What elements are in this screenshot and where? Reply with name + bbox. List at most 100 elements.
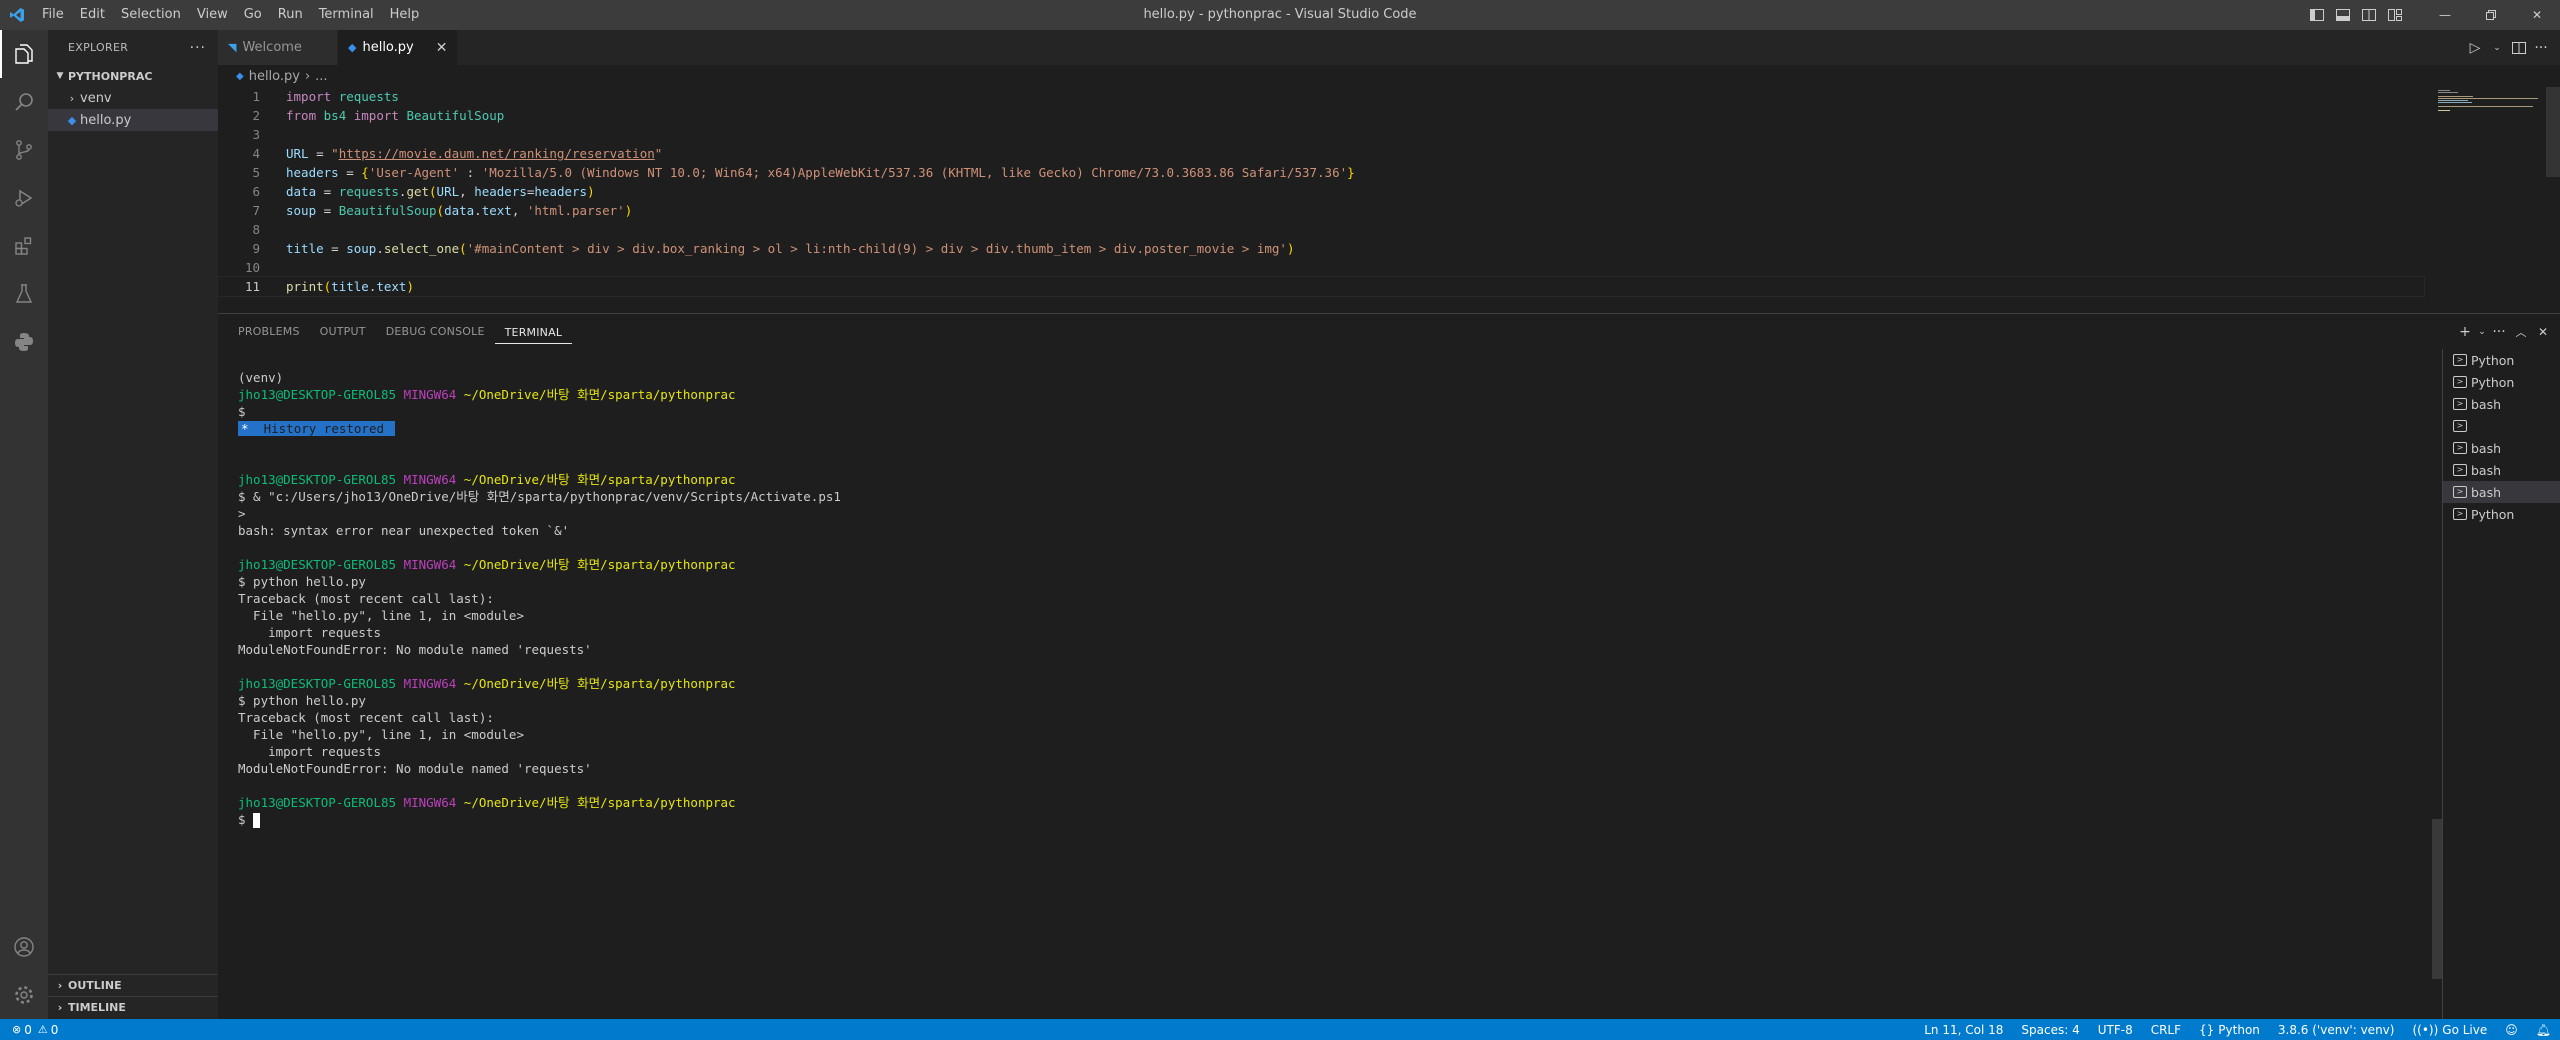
code-line: 7 soup = BeautifulSoup(data.text, 'html.p… <box>252 203 633 218</box>
terminal-list-item[interactable]: > <box>2443 415 2560 437</box>
code-line: 1 import requests <box>252 89 399 104</box>
testing-icon[interactable] <box>0 270 48 318</box>
breadcrumb-file[interactable]: hello.py <box>249 69 300 84</box>
terminal-icon: > <box>2453 464 2467 476</box>
close-panel-icon[interactable]: ✕ <box>2532 321 2554 343</box>
code-line: 4 URL = "https://movie.daum.net/ranking/r… <box>252 146 663 161</box>
folder-label: PYTHONPRAC <box>68 69 153 83</box>
explorer-icon[interactable] <box>0 30 48 78</box>
run-python-file-icon[interactable]: ▷ <box>2464 37 2486 59</box>
editor-tabs: ◥ Welcome ◆ hello.py ✕ ▷ ⌄ ··· <box>218 30 2560 65</box>
split-editor-icon[interactable] <box>2508 37 2530 59</box>
python-icon[interactable] <box>0 318 48 366</box>
toggle-secondary-sidebar-icon[interactable] <box>2356 0 2382 30</box>
terminal-line: $ & "c:/Users/jho13/OneDrive/바탕 화면/spart… <box>238 489 841 504</box>
tab-hello-py[interactable]: ◆ hello.py ✕ <box>338 30 458 65</box>
python-interpreter[interactable]: 3.8.6 ('venv': venv) <box>2269 1023 2404 1037</box>
terminal-icon: > <box>2453 376 2467 388</box>
status-bar: ⊗ 0 ⚠ 0 Ln 11, Col 18 Spaces: 4 UTF-8 CR… <box>0 1019 2560 1040</box>
tree-item-venv[interactable]: › venv <box>48 87 218 109</box>
toggle-primary-sidebar-icon[interactable] <box>2304 0 2330 30</box>
notifications-bell-icon[interactable]: 🔔︎ <box>2527 1023 2560 1037</box>
more-actions-icon[interactable]: ··· <box>2530 37 2552 59</box>
tab-welcome[interactable]: ◥ Welcome <box>218 30 338 65</box>
terminal-input-line[interactable]: $ <box>238 811 2438 828</box>
title-bar: File Edit Selection View Go Run Terminal… <box>0 0 2560 30</box>
terminal-list-item[interactable]: > Python <box>2443 371 2560 393</box>
code-line: 9 title = soup.select_one('#mainContent >… <box>252 241 1295 256</box>
close-tab-icon[interactable]: ✕ <box>436 40 448 56</box>
menu-run[interactable]: Run <box>270 0 311 30</box>
language-mode[interactable]: {} Python <box>2190 1023 2269 1037</box>
vscode-tab-icon: ◥ <box>228 41 237 54</box>
toggle-panel-icon[interactable] <box>2330 0 2356 30</box>
menu-edit[interactable]: Edit <box>72 0 113 30</box>
code-editor[interactable]: 1 import requests 2 from bs4 import Beauti… <box>217 87 2560 297</box>
python-file-icon: ◆ <box>236 70 244 82</box>
terminal-line: Traceback (most recent call last): <box>238 591 494 606</box>
menu-help[interactable]: Help <box>382 0 428 30</box>
explorer-more-actions-icon[interactable]: ··· <box>190 40 206 56</box>
timeline-label: TIMELINE <box>68 1001 126 1014</box>
end-of-line[interactable]: CRLF <box>2142 1023 2190 1037</box>
breadcrumb-symbols[interactable]: ... <box>315 69 327 84</box>
breadcrumb: ◆ hello.py › ... <box>218 65 2560 87</box>
chevron-right-icon: › <box>69 91 75 105</box>
menu-go[interactable]: Go <box>236 0 270 30</box>
menu-selection[interactable]: Selection <box>113 0 189 30</box>
go-live-button[interactable]: ((•)) Go Live <box>2403 1023 2496 1037</box>
outline-section[interactable]: › OUTLINE <box>48 974 218 996</box>
problems-status[interactable]: ⊗ 0 ⚠ 0 <box>0 1019 58 1040</box>
error-count: 0 <box>24 1022 32 1037</box>
editor-scrollbar[interactable] <box>2546 87 2560 177</box>
terminal-list-item[interactable]: > Python <box>2443 349 2560 371</box>
maximize-panel-chevron-up-icon[interactable]: ︿ <box>2510 321 2532 343</box>
search-icon[interactable] <box>0 78 48 126</box>
menu-terminal[interactable]: Terminal <box>311 0 382 30</box>
close-window-button[interactable]: ✕ <box>2514 0 2560 30</box>
tab-debug-console[interactable]: DEBUG CONSOLE <box>376 314 495 349</box>
tab-output[interactable]: OUTPUT <box>310 314 376 349</box>
terminal-icon: > <box>2453 486 2467 498</box>
terminal-list-item[interactable]: > Python <box>2443 503 2560 525</box>
outline-label: OUTLINE <box>68 979 122 992</box>
terminal-dropdown-chevron-icon[interactable]: ⌄ <box>2476 321 2488 343</box>
terminal-icon: > <box>2453 442 2467 454</box>
terminal-line: > <box>238 506 246 521</box>
maximize-button[interactable] <box>2468 0 2514 30</box>
timeline-section[interactable]: › TIMELINE <box>48 996 218 1018</box>
tab-problems[interactable]: PROBLEMS <box>228 314 310 349</box>
extensions-icon[interactable] <box>0 222 48 270</box>
code-line: 3 <box>252 127 260 142</box>
terminal-scrollbar[interactable] <box>2432 819 2442 979</box>
minimap[interactable] <box>2436 87 2546 147</box>
terminal-list-item[interactable]: > bash <box>2443 459 2560 481</box>
terminal-prompt: jho13@DESKTOP-GEROL85 MINGW64 ~/OneDrive… <box>238 795 736 810</box>
terminal-list-item[interactable]: > bash <box>2443 393 2560 415</box>
minimize-button[interactable]: — <box>2422 0 2468 30</box>
run-dropdown-chevron-icon[interactable]: ⌄ <box>2486 37 2508 59</box>
cursor-position[interactable]: Ln 11, Col 18 <box>1915 1023 2012 1037</box>
terminal-list-item-selected[interactable]: > bash <box>2443 481 2560 503</box>
indentation[interactable]: Spaces: 4 <box>2012 1023 2088 1037</box>
panel-more-actions-icon[interactable]: ··· <box>2488 321 2510 343</box>
source-control-icon[interactable] <box>0 126 48 174</box>
terminal-line: * History restored <box>238 420 2438 437</box>
menu-view[interactable]: View <box>189 0 236 30</box>
new-terminal-plus-icon[interactable]: + <box>2454 321 2476 343</box>
terminal-list-item[interactable]: > bash <box>2443 437 2560 459</box>
customize-layout-icon[interactable] <box>2382 0 2408 30</box>
run-debug-icon[interactable] <box>0 174 48 222</box>
tree-item-label: hello.py <box>80 112 132 128</box>
encoding[interactable]: UTF-8 <box>2089 1023 2142 1037</box>
folder-pythonprac[interactable]: ▼ PYTHONPRAC <box>48 65 218 87</box>
manage-gear-icon[interactable] <box>0 971 48 1019</box>
feedback-icon[interactable]: ☺ <box>2496 1023 2527 1037</box>
terminal-output[interactable]: (venv) jho13@DESKTOP-GEROL85 MINGW64 ~/O… <box>238 369 2438 828</box>
tree-item-hello-py[interactable]: ◆ hello.py <box>48 109 218 131</box>
code-line-current: 11 print(title.text) <box>217 276 2425 297</box>
accounts-icon[interactable] <box>0 923 48 971</box>
tab-terminal[interactable]: TERMINAL <box>494 322 573 344</box>
menu-file[interactable]: File <box>34 0 72 30</box>
breadcrumb-separator-icon: › <box>304 68 311 84</box>
